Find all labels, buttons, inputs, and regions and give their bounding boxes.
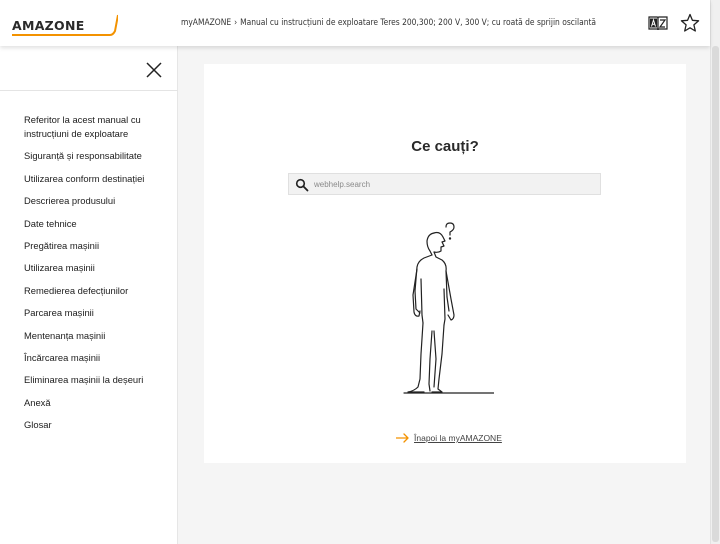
sidebar-nav: Referitor la acest manual cu instrucțiun… — [24, 113, 170, 440]
sidebar-divider — [0, 90, 178, 91]
thinking-person-illustration — [403, 222, 494, 394]
back-link-label: Înapoi la myAMAZONE — [414, 433, 502, 443]
search-card: Ce cauți? webhelp.search Înapoi la myAMA… — [204, 64, 686, 463]
sidebar-item-pregatire[interactable]: Pregătirea mașinii — [24, 239, 170, 253]
amazone-logo[interactable]: AMAZONE — [10, 12, 118, 38]
sidebar-item-descriere-produs[interactable]: Descrierea produsului — [24, 194, 170, 208]
sidebar-item-utilizare-conforma[interactable]: Utilizarea conform destinației — [24, 172, 170, 186]
page-scrollbar[interactable] — [710, 0, 720, 544]
search-box[interactable] — [288, 173, 601, 195]
arrow-right-icon — [396, 433, 409, 443]
close-icon[interactable] — [143, 59, 165, 81]
logo-text: AMAZONE — [12, 18, 85, 33]
search-input[interactable] — [314, 176, 594, 192]
breadcrumb: myAMAZONE › Manual cu instrucțiuni de expl… — [181, 17, 596, 27]
sidebar-item-mentenanta[interactable]: Mentenanța mașinii — [24, 329, 170, 343]
sidebar-item-anexa[interactable]: Anexă — [24, 396, 170, 410]
back-to-myamazone-link[interactable]: Înapoi la myAMAZONE — [396, 431, 502, 445]
sidebar-item-parcare[interactable]: Parcarea mașinii — [24, 306, 170, 320]
top-header: AMAZONE myAMAZONE › Manual cu instrucțiuni… — [0, 0, 710, 46]
sidebar-item-remediere[interactable]: Remedierea defecțiunilor — [24, 284, 170, 298]
search-icon — [295, 178, 309, 192]
scrollbar-thumb[interactable] — [712, 46, 719, 542]
sidebar-item-incarcare[interactable]: Încărcarea mașinii — [24, 351, 170, 365]
sidebar-item-glosar[interactable]: Glosar — [24, 418, 170, 432]
breadcrumb-separator: › — [234, 17, 238, 27]
sidebar-item-date-tehnice[interactable]: Date tehnice — [24, 217, 170, 231]
glossary-az-icon[interactable] — [647, 12, 669, 34]
sidebar-item-utilizare[interactable]: Utilizarea mașinii — [24, 261, 170, 275]
star-icon[interactable] — [679, 12, 701, 34]
sidebar-item-siguranta[interactable]: Siguranță și responsabilitate — [24, 149, 170, 163]
page-title: Ce cauți? — [411, 138, 479, 155]
breadcrumb-current: Manual cu instrucțiuni de exploatare Ter… — [240, 17, 597, 27]
sidebar: Referitor la acest manual cu instrucțiun… — [0, 46, 178, 544]
breadcrumb-root[interactable]: myAMAZONE — [181, 17, 231, 27]
sidebar-item-eliminare[interactable]: Eliminarea mașinii la deșeuri — [24, 373, 170, 387]
sidebar-item-despre-manual[interactable]: Referitor la acest manual cu instrucțiun… — [24, 113, 170, 141]
